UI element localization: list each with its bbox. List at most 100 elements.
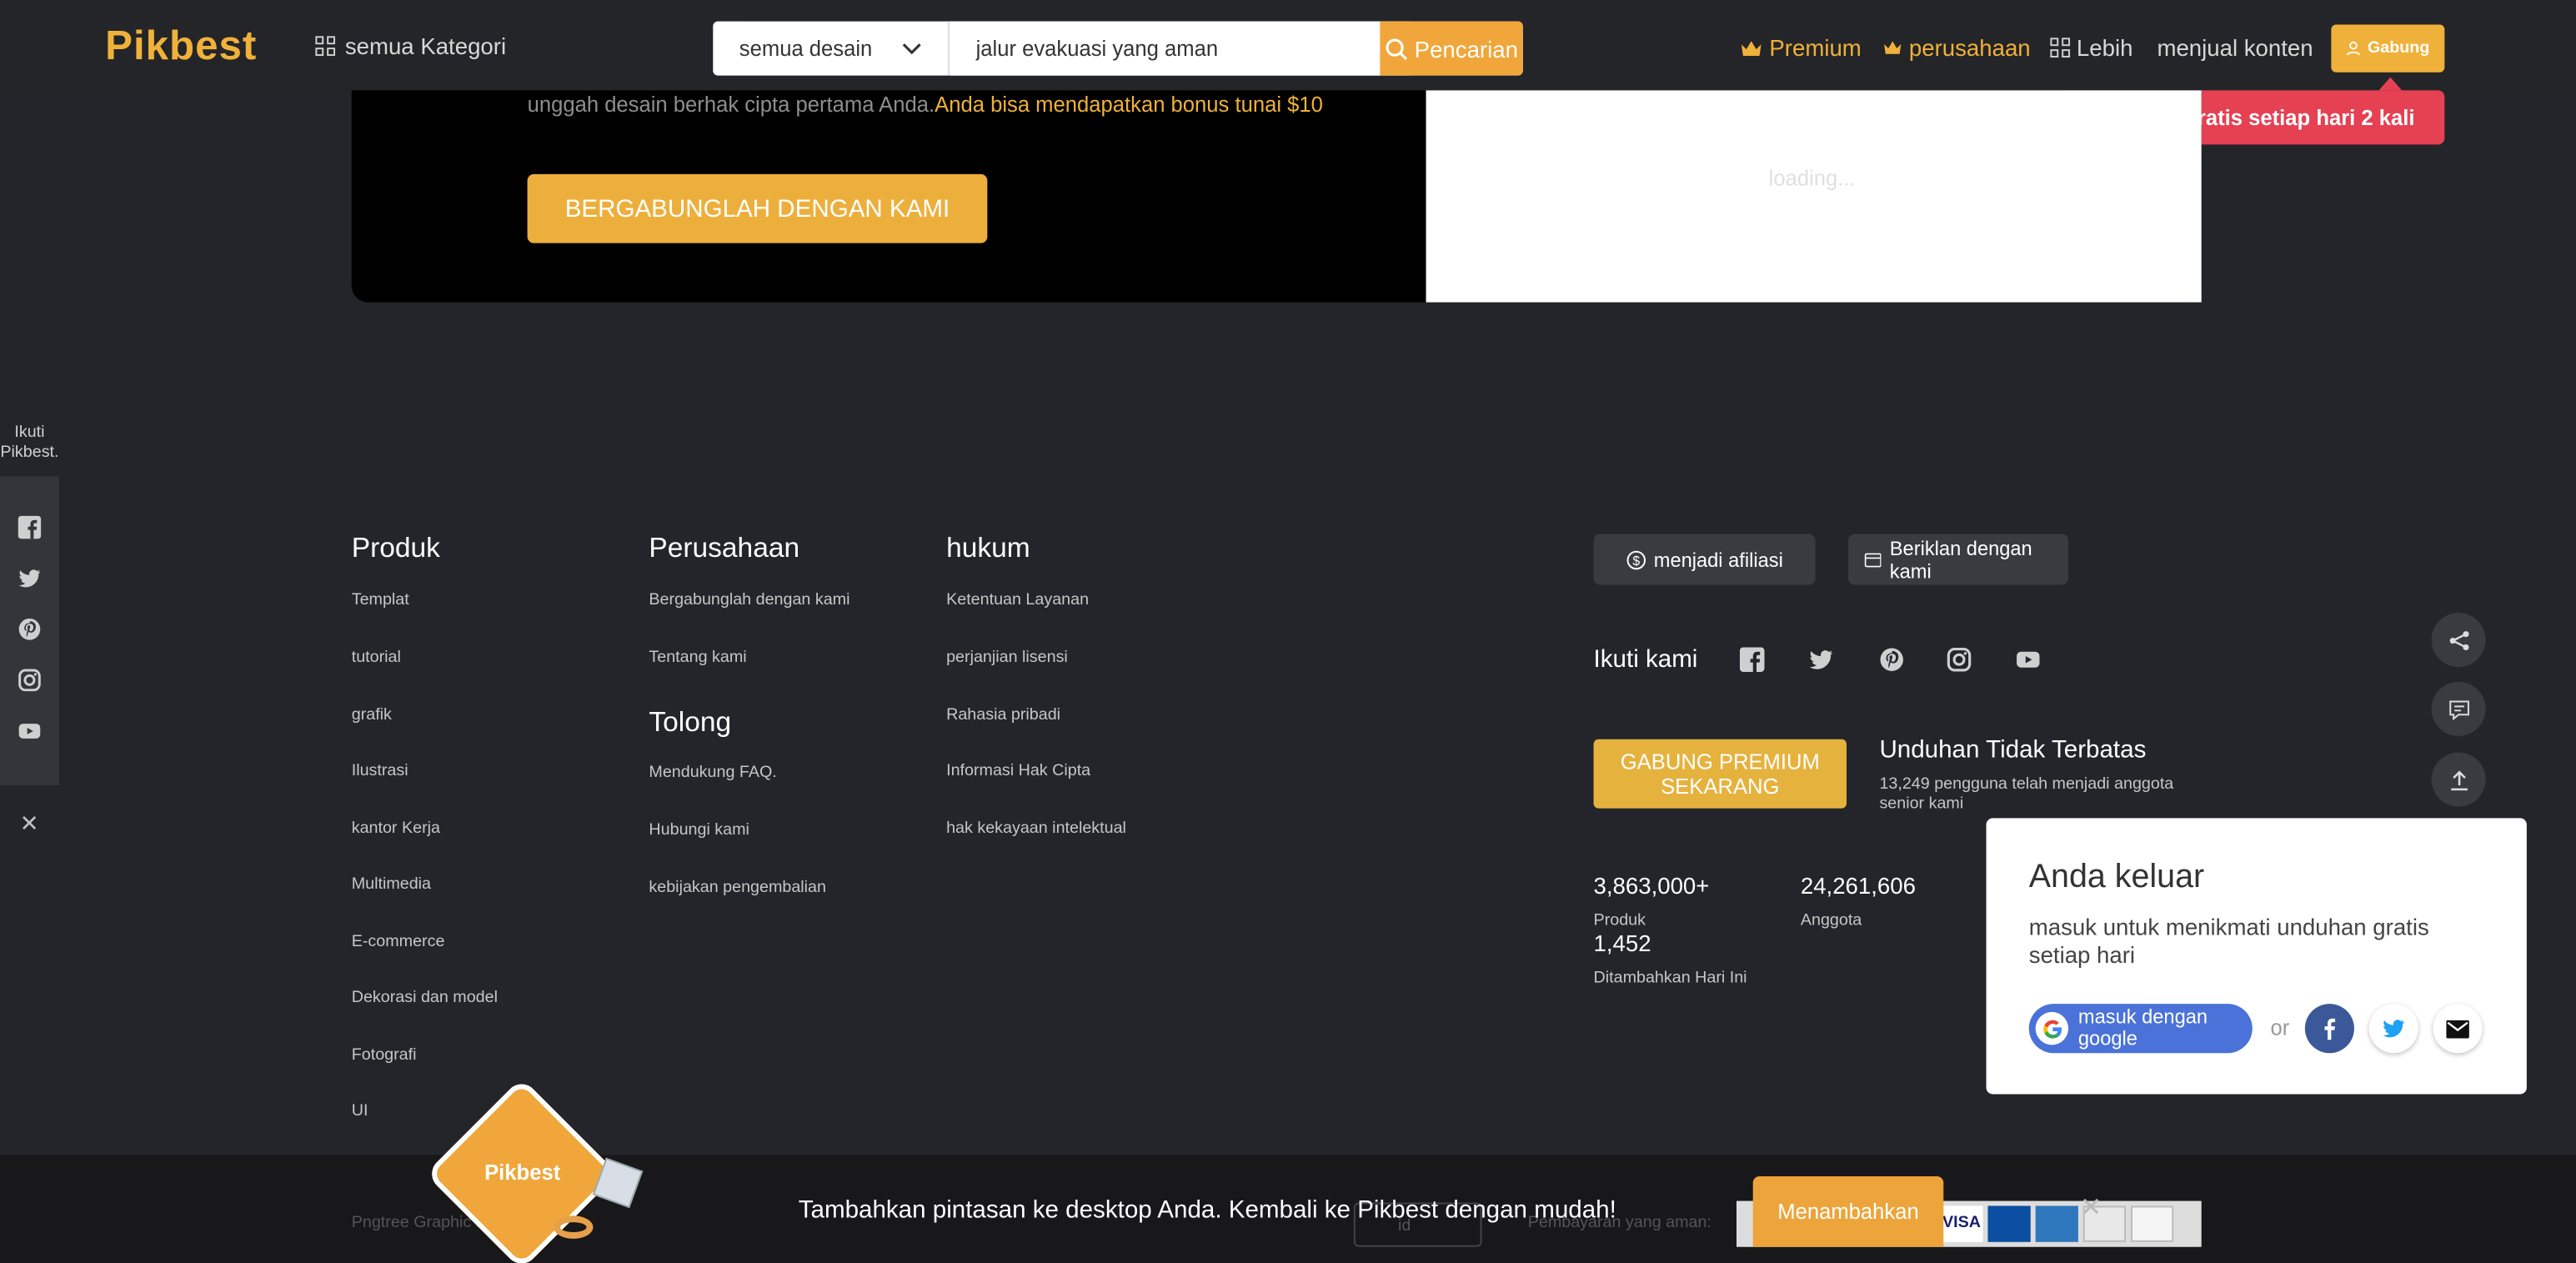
footer-link[interactable]: Ilustrasi bbox=[352, 762, 408, 780]
add-shortcut-bar: Pngtree Graphic De... id Pembayaran yang… bbox=[0, 1155, 2576, 1263]
jcb-icon bbox=[1987, 1205, 2031, 1242]
nav-perusahaan[interactable]: perusahaan bbox=[1882, 34, 2031, 61]
join-button-label: Gabung bbox=[2367, 39, 2430, 58]
footer-link[interactable]: tutorial bbox=[352, 649, 401, 667]
comment-icon bbox=[2448, 699, 2468, 720]
visa-icon: VISA bbox=[1940, 1205, 1983, 1242]
promo-text-plain: unggah desain berhak cipta pertama Anda. bbox=[527, 92, 935, 117]
stat-today-label: Ditambahkan Hari Ini bbox=[1593, 969, 1747, 988]
email-login-button[interactable] bbox=[2433, 1004, 2483, 1054]
contributor-promo: unggah desain berhak cipta pertama Anda.… bbox=[351, 90, 2202, 303]
pinterest-icon[interactable] bbox=[1879, 647, 1904, 672]
facebook-icon[interactable] bbox=[18, 515, 42, 539]
add-shortcut-button[interactable]: Menambahkan bbox=[1752, 1175, 1944, 1247]
promo-text: unggah desain berhak cipta pertama Anda.… bbox=[528, 92, 1323, 117]
upload-icon bbox=[2450, 769, 2467, 790]
grid-icon bbox=[315, 36, 336, 57]
feedback-button[interactable] bbox=[2431, 681, 2486, 736]
footer-link[interactable]: hak kekayaan intelektual bbox=[946, 819, 1126, 838]
facebook-login-button[interactable] bbox=[2304, 1004, 2354, 1054]
twitter-icon[interactable] bbox=[18, 567, 42, 590]
chevron-down-icon bbox=[902, 43, 921, 54]
join-button[interactable]: Gabung bbox=[2331, 24, 2445, 73]
stat-members-label: Anggota bbox=[1800, 911, 1862, 930]
amex-icon bbox=[2035, 1205, 2078, 1242]
footer-link[interactable]: Templat bbox=[352, 591, 409, 609]
categories-label: semua Kategori bbox=[344, 33, 507, 59]
youtube-icon[interactable] bbox=[18, 719, 42, 743]
google-icon bbox=[2035, 1011, 2069, 1045]
join-us-label: BERGABUNGLAH DENGAN KAMI bbox=[564, 194, 950, 223]
twitter-icon bbox=[2383, 1020, 2405, 1038]
svg-text:$: $ bbox=[1632, 554, 1640, 568]
pinterest-icon[interactable] bbox=[18, 618, 42, 641]
search-category-value: semua desain bbox=[739, 36, 873, 61]
twitter-login-button[interactable] bbox=[2368, 1004, 2418, 1054]
footer-link[interactable]: perjanjian lisensi bbox=[946, 649, 1068, 667]
footer-link[interactable]: kebijakan pengembalian bbox=[649, 879, 826, 897]
advertise-button[interactable]: Beriklan dengan kami bbox=[1847, 534, 2069, 585]
all-categories-menu[interactable]: semua Kategori bbox=[315, 33, 506, 59]
join-us-button[interactable]: BERGABUNGLAH DENGAN KAMI bbox=[527, 173, 988, 243]
footer-link[interactable]: kantor Kerja bbox=[352, 819, 440, 838]
search-button[interactable]: Pencarian bbox=[1380, 21, 1523, 76]
instagram-icon[interactable] bbox=[18, 669, 42, 692]
footer-link[interactable]: UI bbox=[352, 1102, 368, 1120]
footer-tolong-title: Tolong bbox=[649, 706, 732, 738]
footer-perusahaan-title: Perusahaan bbox=[649, 532, 800, 564]
login-card-desc: masuk untuk menikmati unduhan gratis set… bbox=[2028, 913, 2429, 968]
join-premium-button[interactable]: GABUNG PREMIUM SEKARANG bbox=[1593, 739, 1847, 809]
footer-link[interactable]: Dekorasi dan model bbox=[352, 989, 498, 1007]
footer-link[interactable]: Mendukung FAQ. bbox=[649, 764, 776, 782]
youtube-icon[interactable] bbox=[2016, 647, 2041, 672]
nav-more[interactable]: Lebih bbox=[2050, 34, 2132, 61]
share-button[interactable] bbox=[2431, 613, 2486, 668]
nav-premium[interactable]: Premium bbox=[1740, 34, 1862, 61]
search-category-select[interactable]: semua desain bbox=[713, 21, 950, 76]
search-icon bbox=[1386, 38, 1407, 60]
crown-icon bbox=[1884, 41, 1902, 54]
footer-hukum-title: hukum bbox=[946, 532, 1030, 564]
footer-link[interactable]: Hubungi kami bbox=[649, 821, 749, 839]
twitter-icon[interactable] bbox=[1809, 647, 1834, 672]
grid-icon bbox=[2050, 38, 2071, 58]
pikbest-badge-text: Pikbest bbox=[484, 1160, 561, 1185]
card-icon bbox=[1864, 552, 1882, 567]
footer-link[interactable]: Ketentuan Layanan bbox=[946, 591, 1089, 609]
google-login-button[interactable]: masuk dengan google bbox=[2028, 1004, 2253, 1054]
search-button-label: Pencarian bbox=[1414, 35, 1518, 62]
nav-perusahaan-label: perusahaan bbox=[1908, 34, 2031, 61]
nav-sell-content[interactable]: menjual konten bbox=[2157, 34, 2313, 61]
footer-link[interactable]: Fotografi bbox=[352, 1046, 417, 1065]
share-icon bbox=[2448, 630, 2468, 650]
advertise-label: Beriklan dengan kami bbox=[1889, 536, 2032, 583]
footer-link[interactable]: Bergabunglah dengan kami bbox=[649, 591, 849, 609]
footer-link[interactable]: E-commerce bbox=[352, 933, 445, 951]
footer-link[interactable]: grafik bbox=[352, 706, 392, 724]
nav-sell-content-label: menjual konten bbox=[2157, 34, 2313, 61]
add-shortcut-message: Tambahkan pintasan ke desktop Anda. Kemb… bbox=[798, 1195, 1616, 1225]
close-sidebar-icon[interactable]: ✕ bbox=[20, 810, 39, 839]
mail-icon bbox=[2446, 1019, 2469, 1038]
facebook-icon[interactable] bbox=[1739, 647, 1765, 673]
back-to-top-button[interactable] bbox=[2431, 752, 2486, 807]
close-icon[interactable]: ✕ bbox=[2080, 1191, 2102, 1224]
instagram-icon[interactable] bbox=[1947, 647, 1972, 672]
loading-text: loading... bbox=[1768, 166, 1856, 191]
login-card-title: Anda keluar bbox=[2028, 859, 2205, 896]
footer-link[interactable]: Tentang kami bbox=[649, 649, 746, 667]
footer-link[interactable]: Informasi Hak Cipta bbox=[946, 762, 1090, 780]
footer-link[interactable]: Rahasia pribadi bbox=[946, 706, 1060, 724]
search-input[interactable] bbox=[950, 21, 1410, 76]
ring-icon bbox=[554, 1215, 594, 1239]
footer-link[interactable]: Multimedia bbox=[352, 875, 431, 894]
add-shortcut-label: Menambahkan bbox=[1777, 1199, 1919, 1225]
google-login-label: masuk dengan google bbox=[2077, 1005, 2208, 1050]
unlimited-title: Unduhan Tidak Terbatas bbox=[1879, 735, 2147, 764]
user-icon bbox=[2347, 41, 2361, 56]
search-bar: semua desain Pencarian bbox=[713, 21, 1523, 76]
stat-members-value: 24,261,606 bbox=[1800, 872, 1916, 899]
promo-text-highlight: Anda bisa mendapatkan bonus tunai $10 bbox=[935, 92, 1323, 117]
affiliate-button[interactable]: $ menjadi afiliasi bbox=[1593, 534, 1816, 585]
pikbest-logo[interactable]: Pikbest bbox=[105, 23, 257, 71]
